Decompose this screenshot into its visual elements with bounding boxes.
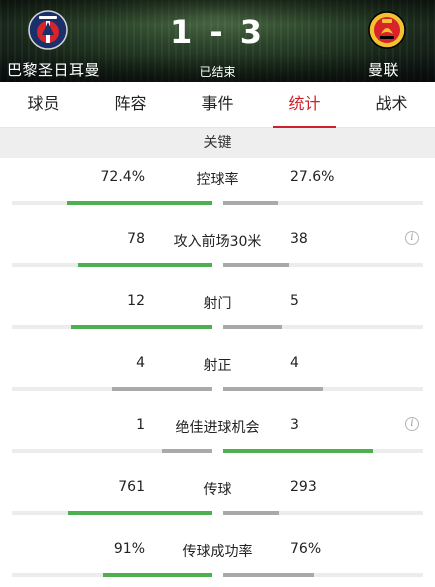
stat-away-value: 293 [290,479,317,495]
away-bar-track [223,387,423,391]
info-icon[interactable]: i [405,231,419,245]
stat-home-value: 12 [127,293,145,309]
home-bar-track [12,511,212,515]
stat-away-value: 3 [290,417,299,433]
stat-away-value: 76% [290,541,322,557]
home-bar-track [12,387,212,391]
away-bar-track [223,263,423,267]
stat-away-value: 5 [290,293,299,309]
home-bar-fill [112,387,212,391]
stat-label: 传球 [203,482,232,498]
away-bar-track [223,511,423,515]
stat-label: 攻入前场30米 [173,234,262,250]
stat-row: 1 绝佳进球机会 3 i [0,411,435,473]
stat-home-value: 761 [118,479,145,495]
stat-home-value: 4 [136,355,145,371]
tab-events[interactable]: 事件 [174,82,261,127]
home-bar-fill [70,325,212,329]
away-bar-track [223,325,423,329]
away-bar-fill [223,449,373,453]
away-bar-fill [223,511,279,515]
stat-label: 射正 [203,358,232,374]
tab-tactics[interactable]: 战术 [348,82,435,127]
match-header: 巴黎圣日耳曼 1 - 3 已结束 曼联 [0,0,435,82]
home-bar-track [12,573,212,577]
stat-row: 78 攻入前场30米 38 i [0,225,435,287]
info-icon[interactable]: i [405,417,419,431]
tab-stats[interactable]: 统计 [261,82,348,128]
stat-row: 91% 传球成功率 76% [0,535,435,587]
away-bar-track [223,201,423,205]
home-bar-fill [162,449,212,453]
away-bar-fill [223,201,279,205]
stat-label: 控球率 [196,172,239,188]
home-bar-track [12,263,212,267]
stat-label: 绝佳进球机会 [175,420,260,436]
stat-row: 12 射门 5 [0,287,435,349]
home-bar-track [12,325,212,329]
tab-players[interactable]: 球员 [0,82,87,127]
stat-row: 4 射正 4 [0,349,435,411]
home-bar-fill [77,263,212,267]
home-bar-track [12,201,212,205]
stat-label: 传球成功率 [182,544,253,560]
stat-home-value: 91% [113,541,145,557]
away-bar-fill [223,263,289,267]
stat-away-value: 4 [290,355,299,371]
tab-lineup[interactable]: 阵容 [87,82,174,127]
man-utd-crest-icon [368,11,406,49]
home-bar-track [12,449,212,453]
section-key-stats: 关键 [0,128,435,158]
stat-label: 射门 [203,296,232,312]
away-bar-track [223,573,423,577]
stat-row: 72.4% 控球率 27.6% [0,163,435,225]
tab-bar: 球员 阵容 事件 统计 战术 [0,82,435,128]
stat-away-value: 27.6% [290,169,335,185]
away-team-name: 曼联 [368,61,400,79]
stat-home-value: 72.4% [100,169,145,185]
away-bar-fill [223,387,323,391]
home-bar-fill [67,201,212,205]
stat-home-value: 1 [136,417,145,433]
home-bar-fill [103,573,212,577]
home-bar-fill [67,511,212,515]
away-bar-fill [223,325,282,329]
stat-row: 761 传球 293 [0,473,435,535]
stat-away-value: 38 [290,231,308,247]
stat-home-value: 78 [127,231,145,247]
away-bar-fill [223,573,314,577]
away-bar-track [223,449,423,453]
